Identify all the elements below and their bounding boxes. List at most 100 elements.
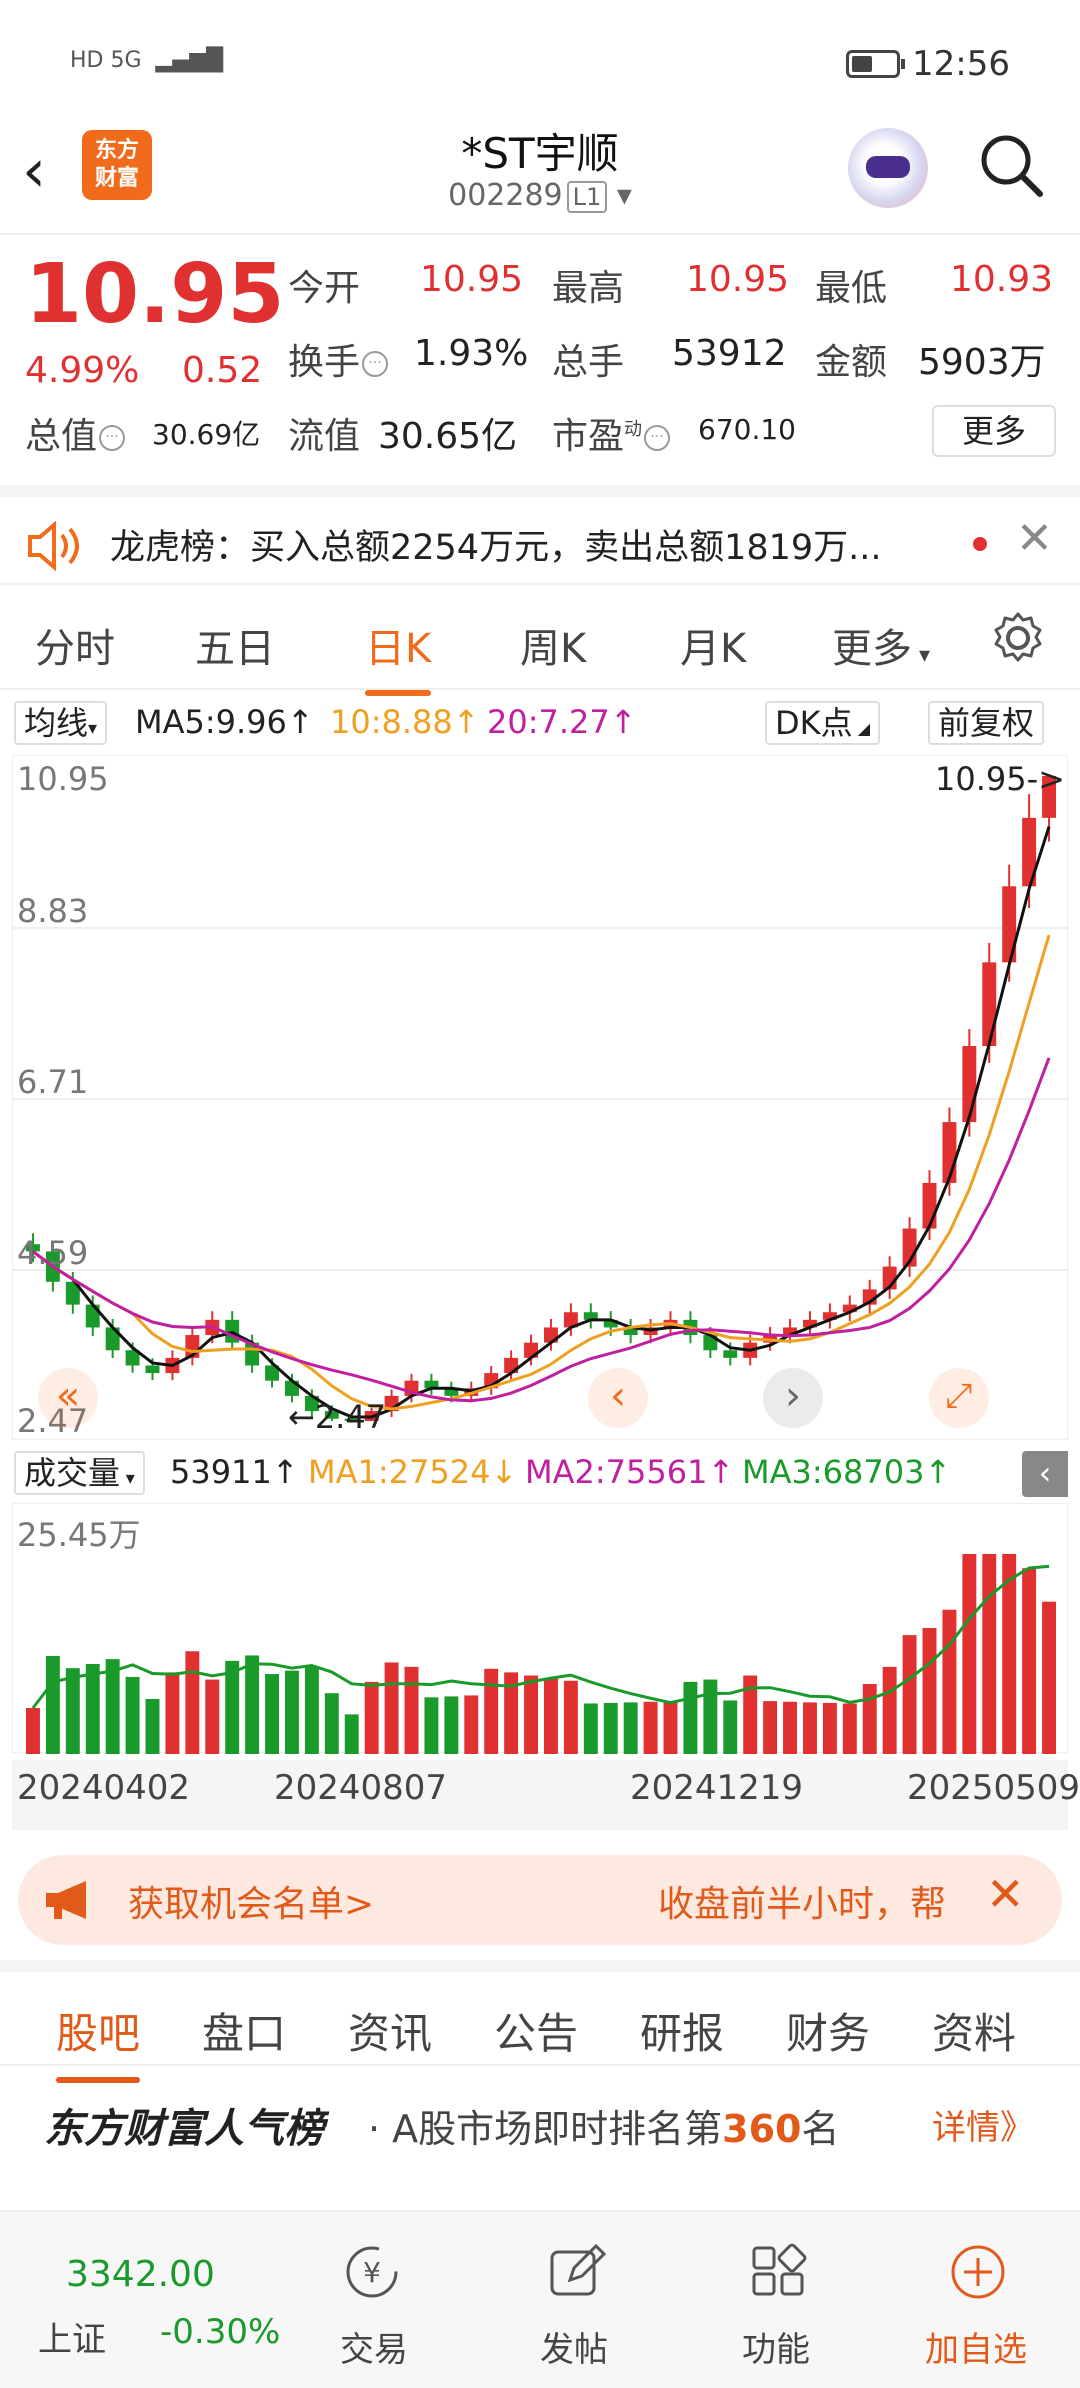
date-label: 20240402 <box>17 1768 191 1808</box>
volume-bar <box>85 1664 100 1754</box>
chart-period-tabs: 分时 五日 日K 周K 月K 更多 ▾ <box>0 590 1080 696</box>
candle <box>145 1365 160 1374</box>
ma-dropdown[interactable]: 均线▾ <box>14 701 108 745</box>
tab-order-book[interactable]: 盘口 <box>202 2000 286 2061</box>
tab-financials[interactable]: 财务 <box>786 2000 870 2061</box>
y-label-max: 10.95 <box>17 760 109 798</box>
search-icon[interactable] <box>978 132 1044 198</box>
ma-indicator-bar: 均线▾ MA5:9.96↑ 10:8.88↑ 20:7.27↑ DK点 ◢ 前复… <box>0 695 1080 751</box>
index-value[interactable]: 3342.00 <box>66 2254 215 2295</box>
change-amount: 0.52 <box>182 350 263 391</box>
status-bar: HD 5G ▂▄▆█ 12:56 <box>0 0 1080 120</box>
volume-bar <box>623 1702 638 1754</box>
megaphone-icon <box>46 1881 86 1919</box>
volume-bar <box>563 1680 578 1754</box>
mcap-label[interactable]: 总值 ··· <box>25 407 126 459</box>
volume-bar <box>803 1702 817 1754</box>
volume-indicator-bar: 成交量 ▾ 53911↑ MA1:27524↓ MA2:75561↑ MA3:6… <box>0 1445 1080 1501</box>
pe-label[interactable]: 市盈动 ··· <box>552 407 671 459</box>
volume-bar <box>344 1714 359 1754</box>
banner-left-text: 获取机会名单> <box>128 1884 375 1925</box>
scroll-left-icon[interactable]: « <box>38 1368 98 1428</box>
index-change[interactable]: -0.30% <box>160 2312 280 2352</box>
function-label[interactable]: 功能 <box>742 2322 810 2371</box>
high-value: 10.95 <box>686 259 790 300</box>
volume-bar <box>882 1666 897 1754</box>
notice-text: 龙虎榜：买入总额2254万元，卖出总额1819万... <box>110 528 882 568</box>
trade-label[interactable]: 交易 <box>340 2322 408 2371</box>
tab-announcements[interactable]: 公告 <box>494 2000 578 2061</box>
next-icon[interactable]: › <box>763 1368 823 1428</box>
tab-monthly-k[interactable]: 月K <box>680 616 746 674</box>
volume-dropdown[interactable]: 成交量 ▾ <box>14 1451 145 1495</box>
tab-news[interactable]: 资讯 <box>348 2000 432 2061</box>
volume-bar <box>464 1695 479 1754</box>
adjust-button[interactable]: 前复权 <box>928 701 1045 745</box>
add-circle-icon[interactable] <box>948 2242 1008 2302</box>
tab-weekly-k[interactable]: 周K <box>520 616 586 674</box>
expand-icon[interactable]: ⤢ <box>929 1368 989 1428</box>
amount-label: 金额 <box>815 342 888 383</box>
pe-value: 670.10 <box>698 413 796 446</box>
tab-intraday[interactable]: 分时 <box>35 616 115 674</box>
volume-bar <box>404 1666 419 1754</box>
volume-bar <box>65 1668 80 1754</box>
more-button[interactable]: 更多 <box>932 405 1056 457</box>
candle <box>723 1350 738 1358</box>
tab-research[interactable]: 研报 <box>640 2000 724 2061</box>
dragon-tiger-notice[interactable]: 龙虎榜：买入总额2254万元，卖出总额1819万... ✕ <box>0 485 1080 585</box>
collapse-panel-icon[interactable]: ‹ <box>1022 1451 1068 1497</box>
volume-bar <box>902 1635 917 1754</box>
close-banner-button[interactable]: ✕ <box>986 1867 1025 1921</box>
close-notice-button[interactable]: ✕ <box>1016 513 1053 564</box>
high-label: 最高 <box>552 268 625 309</box>
volume-bar <box>703 1679 718 1754</box>
vol-ma1: MA1:27524↓ <box>308 1453 518 1491</box>
trade-icon[interactable]: ¥ <box>342 2242 402 2302</box>
volume-bar <box>245 1655 260 1754</box>
tab-more[interactable]: 更多 ▾ <box>832 616 930 674</box>
volume-bar <box>364 1681 379 1754</box>
open-label: 今开 <box>288 268 361 309</box>
assistant-avatar-icon[interactable] <box>848 128 928 208</box>
tab-forum[interactable]: 股吧 <box>56 2000 141 2083</box>
date-axis: 20240402 20240807 20241219 20250509 <box>12 1760 1080 1830</box>
volume-bar <box>982 1554 997 1754</box>
add-watchlist-label[interactable]: 加自选 <box>925 2322 1027 2371</box>
tab-five-day[interactable]: 五日 <box>195 616 275 674</box>
last-price-marker: 10.95-> <box>935 760 1065 798</box>
kline-chart[interactable]: 10.95 8.83 6.71 4.59 2.47 10.95-> ←2.47 … <box>12 755 1069 1440</box>
clock: 12:56 <box>912 44 1010 84</box>
post-label[interactable]: 发帖 <box>540 2322 608 2371</box>
volume-bar <box>524 1675 538 1754</box>
gear-icon[interactable] <box>990 610 1046 666</box>
popularity-rank[interactable]: 东方财富人气榜 · A股市场即时排名第360名 详情》 <box>0 2068 1080 2173</box>
turnover-label[interactable]: 换手 ··· <box>288 333 389 385</box>
volume-bar <box>842 1703 857 1754</box>
edit-icon[interactable] <box>546 2242 606 2302</box>
unread-dot <box>973 537 987 551</box>
volume-value: 53911↑ <box>170 1453 299 1491</box>
ma5-value: MA5:9.96↑ <box>135 703 314 741</box>
y-label-4: 4.59 <box>17 1234 89 1272</box>
prev-icon[interactable]: ‹ <box>588 1368 648 1428</box>
volume-bar <box>1042 1601 1056 1754</box>
volume-bar <box>643 1701 658 1754</box>
date-label: 20250509 <box>907 1768 1080 1808</box>
dk-point-button[interactable]: DK点 ◢ <box>765 701 881 745</box>
index-name[interactable]: 上证 <box>38 2312 106 2361</box>
grid-icon[interactable] <box>748 2242 808 2302</box>
tab-profile[interactable]: 资料 <box>932 2000 1016 2061</box>
volume-bar <box>1022 1568 1037 1754</box>
rank-detail-link[interactable]: 详情》 <box>932 2100 1034 2149</box>
speaker-icon <box>28 521 79 571</box>
volume-bar <box>444 1696 459 1754</box>
mcap-value: 30.69亿 <box>152 418 261 451</box>
volume-bar <box>26 1708 40 1754</box>
quote-panel: 10.95 4.99% 0.52 今开 10.95 最高 10.95 最低 10… <box>0 235 1080 475</box>
volume-bar <box>125 1676 140 1754</box>
tab-daily-k[interactable]: 日K <box>365 616 432 696</box>
opportunity-banner[interactable]: 获取机会名单> 收盘前半小时，帮 ✕ <box>18 1855 1062 1945</box>
volume-bar <box>105 1659 120 1754</box>
volume-chart[interactable]: 25.45万 <box>12 1503 1068 1754</box>
